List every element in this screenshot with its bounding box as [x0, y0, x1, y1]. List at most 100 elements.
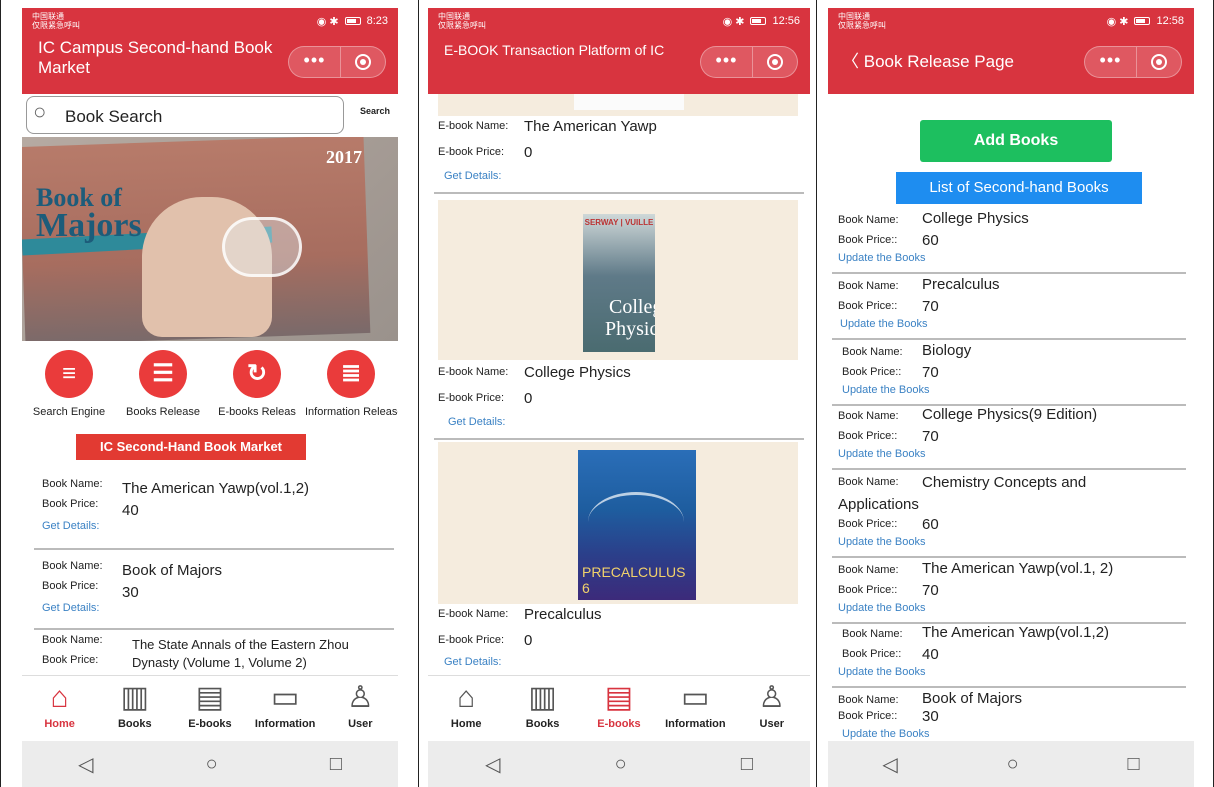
section-button[interactable]: IC Second-Hand Book Market: [76, 434, 306, 460]
search-button[interactable]: Search: [360, 106, 390, 116]
book-cover-panel[interactable]: SERWAY | VUILLE College Physics: [438, 200, 798, 360]
book-cover-panel[interactable]: PRECALCULUS 6: [438, 442, 798, 604]
get-details-link[interactable]: Get Details:: [444, 656, 501, 668]
update-books-link[interactable]: Update the Books: [838, 252, 925, 264]
search-placeholder: Book Search: [65, 107, 163, 126]
book-price: 0: [524, 632, 533, 649]
tab-information[interactable]: ▭ Information: [662, 676, 728, 741]
divider: [832, 556, 1186, 558]
recent-apps-icon[interactable]: □: [741, 753, 753, 776]
screenshot-frame: 中国联通 仅限紧急呼叫 ◉ ✱ 8:23 IC Campus Second-hand…: [0, 0, 1214, 787]
tab-home[interactable]: ⌂ Home: [433, 676, 499, 741]
banner-year: 2017: [326, 147, 362, 167]
search-document-icon: ≡: [45, 350, 93, 398]
miniprogram-capsule[interactable]: •••: [288, 46, 386, 78]
page-title: E-BOOK Transaction Platform of IC: [444, 42, 665, 58]
home-circle-icon[interactable]: ○: [206, 753, 218, 776]
book-cover: SERWAY | VUILLE College Physics: [583, 214, 655, 352]
close-miniprogram-button[interactable]: [753, 47, 797, 77]
ebook-icon: ↻: [233, 350, 281, 398]
divider: [418, 0, 419, 787]
book-price: 30: [122, 584, 139, 601]
close-miniprogram-button[interactable]: [1137, 47, 1181, 77]
tab-user[interactable]: ♙ User: [739, 676, 805, 741]
recent-apps-icon[interactable]: □: [1127, 753, 1139, 776]
book-name: The American Yawp(vol.1,2): [922, 624, 1110, 641]
update-books-link[interactable]: Update the Books: [838, 536, 925, 548]
search-icon: ○: [33, 99, 47, 124]
home-circle-icon[interactable]: ○: [1007, 753, 1019, 776]
feature-books-release[interactable]: ☰ Books Release: [117, 350, 209, 418]
update-books-link[interactable]: Update the Books: [838, 666, 925, 678]
chat-icon: ▭: [270, 681, 300, 714]
update-books-link[interactable]: Update the Books: [840, 318, 927, 330]
books-icon: ☰: [139, 350, 187, 398]
book-name: Book of Majors: [922, 690, 1023, 707]
back-icon[interactable]: ◁: [485, 752, 500, 777]
signal-icon: ◉ ✱: [316, 15, 339, 28]
clock: 8:23: [366, 15, 388, 27]
target-icon: [355, 54, 371, 70]
chat-icon: ▭: [681, 681, 710, 714]
cover-art: [588, 492, 684, 552]
battery-icon: [1134, 17, 1151, 25]
books-icon: ▥: [528, 681, 557, 714]
status-bar: 中国联通 仅限紧急呼叫 ◉ ✱ 12:58: [838, 12, 1184, 30]
book-price: 40: [922, 646, 939, 663]
book-price: 0: [524, 144, 533, 161]
close-miniprogram-button[interactable]: [341, 47, 385, 77]
home-circle-icon[interactable]: ○: [615, 753, 627, 776]
get-details-link[interactable]: Get Details:: [42, 520, 99, 532]
get-details-link[interactable]: Get Details:: [444, 170, 501, 182]
feature-information-release[interactable]: ≣ Information Release: [305, 350, 398, 418]
tab-user[interactable]: ♙ User: [327, 676, 393, 741]
divider: [832, 272, 1186, 274]
tab-ebooks[interactable]: ▤ E-books: [586, 676, 652, 741]
book-price: 60: [922, 232, 939, 249]
get-details-link[interactable]: Get Details:: [42, 602, 99, 614]
tab-bar: ⌂ Home ▥ Books ▤ E-books ▭ Information ♙ User: [428, 675, 810, 741]
back-icon[interactable]: ◁: [78, 752, 93, 777]
feature-search-engine[interactable]: ≡ Search Engine: [23, 350, 115, 418]
banner-flask: [222, 217, 302, 277]
tab-books[interactable]: ▥ Books: [102, 676, 168, 741]
banner-image[interactable]: 2017 Book of Majors: [22, 137, 398, 341]
ebook-icon: ▤: [604, 681, 634, 714]
search-input[interactable]: ○ Book Search: [26, 96, 344, 134]
target-icon: [1151, 54, 1167, 70]
status-bar: 中国联通 仅限紧急呼叫 ◉ ✱ 12:56: [438, 12, 800, 30]
battery-icon: [344, 17, 361, 25]
banner-title-1: Book of: [36, 183, 122, 212]
more-icon[interactable]: •••: [1085, 47, 1137, 77]
android-nav-bar: ◁ ○ □: [428, 741, 810, 787]
phone-ebook-screen: 中国联通 仅限紧急呼叫 ◉ ✱ 12:56 E-BOOK Transaction P…: [428, 8, 810, 787]
miniprogram-capsule[interactable]: •••: [1084, 46, 1182, 78]
get-details-link[interactable]: Get Details:: [448, 416, 505, 428]
back-arrow-icon[interactable]: 〈: [842, 52, 864, 71]
book-name: The American Yawp(vol.1, 2): [922, 560, 1114, 577]
book-price: 40: [122, 502, 139, 519]
add-books-button[interactable]: Add Books: [920, 120, 1112, 162]
carrier-text: 中国联通 仅限紧急呼叫: [438, 12, 486, 30]
feature-ebooks-release[interactable]: ↻ E-books Releas: [211, 350, 303, 418]
back-icon[interactable]: ◁: [882, 752, 897, 777]
user-icon: ♙: [758, 681, 786, 714]
update-books-link[interactable]: Update the Books: [838, 602, 925, 614]
book-price: 70: [922, 298, 939, 315]
recent-apps-icon[interactable]: □: [330, 753, 342, 776]
tab-books[interactable]: ▥ Books: [510, 676, 576, 741]
tab-ebooks[interactable]: ▤ E-books: [177, 676, 243, 741]
update-books-link[interactable]: Update the Books: [842, 384, 929, 396]
book-name: Precalculus: [922, 276, 1000, 293]
list-books-button[interactable]: List of Second-hand Books: [896, 172, 1142, 204]
divider: [34, 628, 394, 630]
status-bar: 中国联通 仅限紧急呼叫 ◉ ✱ 8:23: [32, 12, 388, 30]
miniprogram-capsule[interactable]: •••: [700, 46, 798, 78]
more-icon[interactable]: •••: [289, 47, 341, 77]
tab-home[interactable]: ⌂ Home: [27, 676, 93, 741]
update-books-link[interactable]: Update the Books: [842, 728, 929, 740]
update-books-link[interactable]: Update the Books: [838, 448, 925, 460]
more-icon[interactable]: •••: [701, 47, 753, 77]
tab-information[interactable]: ▭ Information: [252, 676, 318, 741]
book-price: 60: [922, 516, 939, 533]
